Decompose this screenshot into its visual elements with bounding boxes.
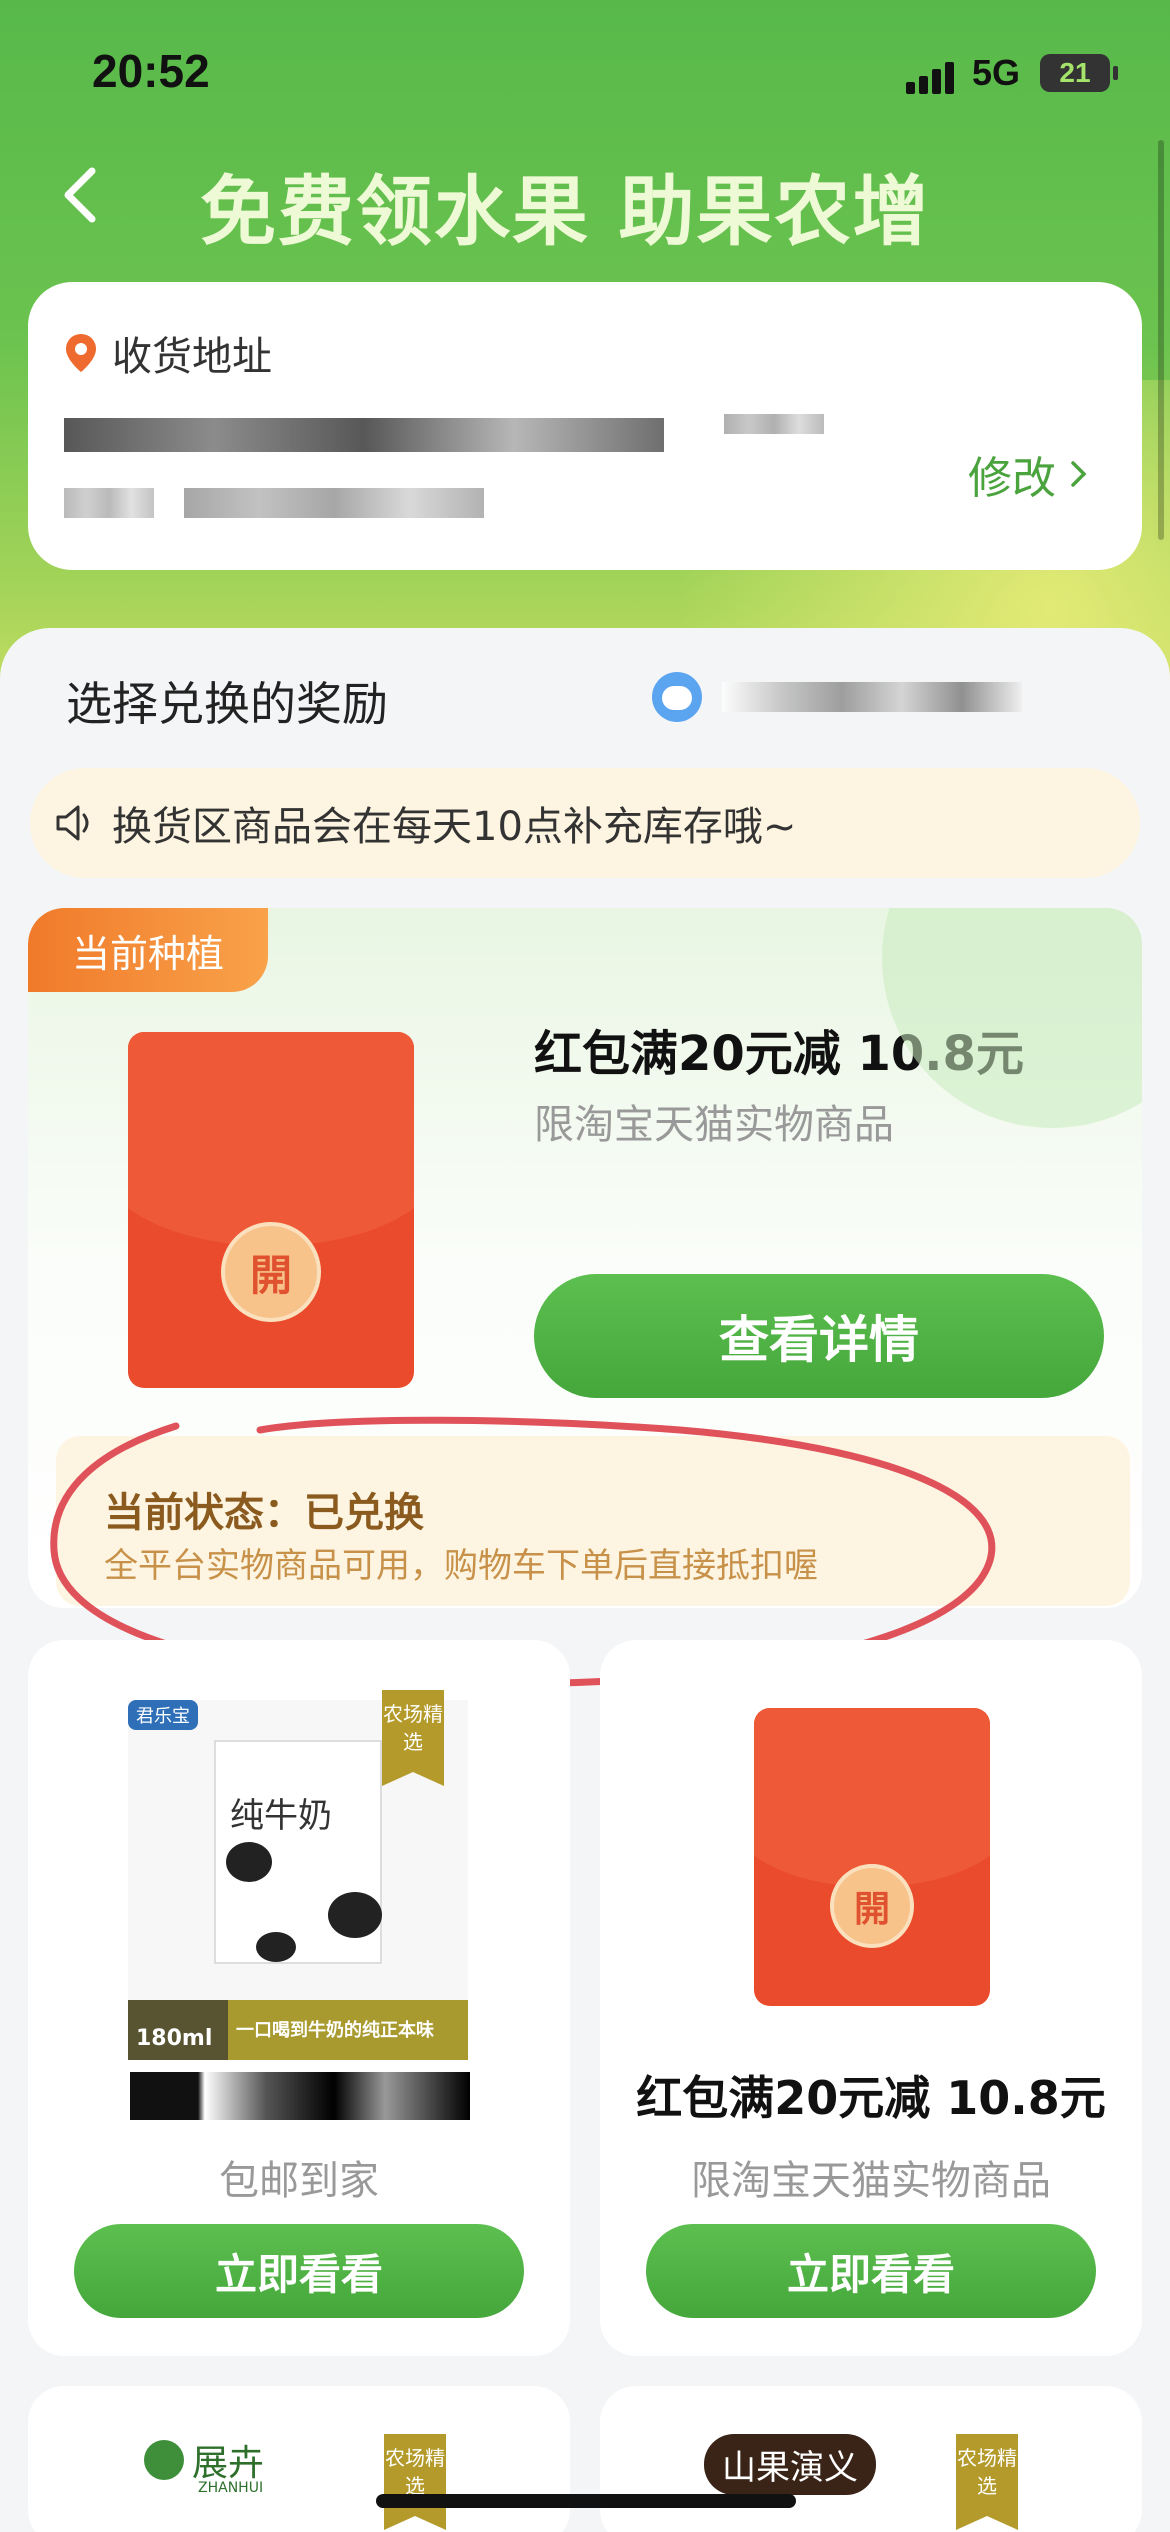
chevron-left-icon — [64, 167, 96, 223]
product-card-milk[interactable]: 君乐宝 纯牛奶 180ml 一口喝到牛奶的纯正本味 农场精选 包邮到家 立即看看 — [28, 1640, 570, 2356]
edit-label: 修改 — [968, 453, 1056, 504]
current-planting-tag: 当前种植 — [28, 908, 268, 992]
view-now-button[interactable]: 立即看看 — [646, 2224, 1096, 2318]
chevron-right-icon — [1071, 461, 1087, 487]
scrollbar[interactable] — [1158, 140, 1164, 540]
section-title: 选择兑换的奖励 — [66, 677, 388, 731]
signal-icon — [906, 60, 956, 94]
battery-icon: 21 — [1040, 54, 1118, 92]
location-pin-icon — [66, 334, 96, 372]
address-redacted-line-4 — [184, 488, 484, 518]
address-redacted-line-1 — [64, 418, 664, 452]
prize-subtitle: 限淘宝天猫实物商品 — [534, 1102, 894, 1148]
status-description: 全平台实物商品可用，购物车下单后直接抵扣喔 — [104, 1546, 818, 1586]
milk-slogan: 一口喝到牛奶的纯正本味 — [236, 2020, 434, 2041]
edit-address-button[interactable]: 修改 — [968, 442, 1088, 506]
milk-banner: 180ml 一口喝到牛奶的纯正本味 — [128, 2000, 468, 2060]
zhanhui-logo: 展卉 — [144, 2434, 264, 2486]
product-subtitle: 限淘宝天猫实物商品 — [691, 2158, 1051, 2204]
shanguo-logo: 山果演义 — [704, 2434, 876, 2495]
status-label: 当前状态： — [104, 1490, 304, 1536]
red-envelope-image: 開 — [754, 1708, 990, 2006]
address-redacted-line-2 — [724, 414, 824, 434]
product-card-zhanhui[interactable]: 展卉 ZHANHUI 农场精选 — [28, 2386, 570, 2532]
status-box: 当前状态： 已兑换 全平台实物商品可用，购物车下单后直接抵扣喔 — [56, 1436, 1130, 1606]
back-button[interactable] — [40, 150, 120, 240]
network-type: 5G — [972, 52, 1021, 93]
status-value: 已兑换 — [304, 1490, 424, 1536]
view-now-button[interactable]: 立即看看 — [74, 2224, 524, 2318]
brand-name-en: ZHANHUI — [198, 2480, 264, 2496]
notice-bar: 换货区商品会在每天10点补充库存哦~ — [30, 768, 1140, 878]
envelope-seal: 開 — [221, 1222, 321, 1322]
address-label-row: 收货地址 — [64, 324, 272, 382]
user-redacted-name — [722, 682, 1022, 712]
prize-title: 红包满20元减 10.8元 — [534, 1026, 1024, 1082]
address-label: 收货地址 — [112, 334, 272, 380]
milk-pack: 纯牛奶 — [214, 1740, 382, 1964]
status-bar: 20:52 5G 21 — [0, 0, 1170, 140]
current-planting-card: 当前种植 開 红包满20元减 10.8元 限淘宝天猫实物商品 查看详情 当前状态… — [28, 908, 1142, 1608]
milk-pack-text: 纯牛奶 — [230, 1796, 332, 1836]
address-redacted-line-3 — [64, 488, 154, 518]
product-title: 红包满20元减 10.8元 — [636, 2071, 1106, 2125]
view-details-button[interactable]: 查看详情 — [534, 1274, 1104, 1398]
product-card-red-envelope[interactable]: 開 红包满20元减 10.8元 限淘宝天猫实物商品 立即看看 — [600, 1640, 1142, 2356]
farm-select-tag: 农场精选 — [956, 2434, 1018, 2530]
red-envelope-image: 開 — [128, 1032, 414, 1388]
product-card-shanguo[interactable]: 山果演义 农场精选 — [600, 2386, 1142, 2532]
milk-volume: 180ml — [136, 2026, 213, 2051]
product-title-redacted — [130, 2072, 470, 2120]
address-card[interactable]: 收货地址 修改 — [28, 282, 1142, 570]
leaf-icon — [144, 2440, 184, 2480]
envelope-seal: 開 — [830, 1864, 914, 1948]
home-indicator[interactable] — [376, 2494, 796, 2508]
avatar — [652, 672, 702, 722]
product-subtitle: 包邮到家 — [219, 2158, 379, 2204]
notice-text: 换货区商品会在每天10点补充库存哦~ — [112, 804, 797, 850]
milk-brand-logo: 君乐宝 — [128, 1700, 198, 1730]
status-line: 当前状态： 已兑换 — [104, 1480, 424, 1538]
farm-select-tag: 农场精选 — [382, 1690, 444, 1786]
status-time: 20:52 — [92, 45, 210, 97]
user-info — [652, 672, 1022, 722]
brand-name: 展卉 — [192, 2443, 265, 2484]
speaker-icon — [56, 805, 89, 841]
